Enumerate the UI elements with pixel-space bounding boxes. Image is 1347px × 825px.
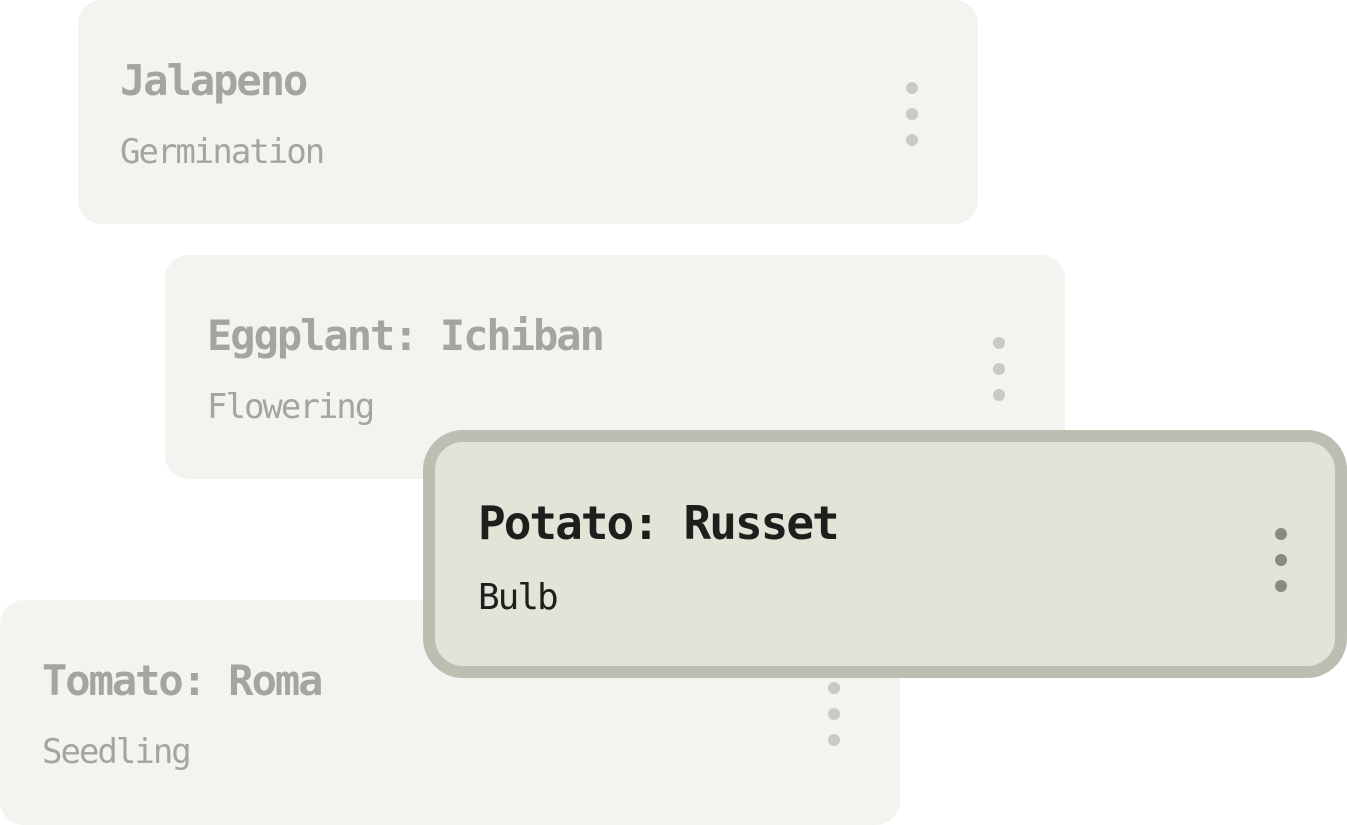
plant-card-potato-dragging[interactable]: Potato: Russet Bulb	[423, 430, 1347, 678]
menu-dot	[828, 734, 840, 746]
menu-dot	[906, 82, 918, 94]
more-vertical-icon[interactable]	[822, 682, 846, 746]
more-vertical-icon[interactable]	[1269, 528, 1293, 592]
plant-card-title: Jalapeno	[120, 56, 308, 105]
plant-card-stage: Bulb	[478, 577, 559, 618]
plant-card-title: Eggplant: Ichiban	[207, 311, 605, 360]
plant-card-stage: Seedling	[42, 732, 192, 772]
menu-dot	[828, 682, 840, 694]
more-vertical-icon[interactable]	[900, 82, 924, 146]
menu-dot	[906, 108, 918, 120]
menu-dot	[1275, 554, 1287, 566]
menu-dot	[828, 708, 840, 720]
plant-card-jalapeno[interactable]: Jalapeno Germination	[78, 0, 978, 224]
plant-card-title: Potato: Russet	[478, 496, 840, 550]
menu-dot	[1275, 580, 1287, 592]
menu-dot	[1275, 528, 1287, 540]
plant-card-title: Tomato: Roma	[42, 656, 323, 705]
plant-card-stage: Flowering	[207, 387, 375, 427]
menu-dot	[993, 337, 1005, 349]
menu-dot	[993, 363, 1005, 375]
menu-dot	[906, 134, 918, 146]
more-vertical-icon[interactable]	[987, 337, 1011, 401]
menu-dot	[993, 389, 1005, 401]
plant-card-stage: Germination	[120, 132, 325, 172]
